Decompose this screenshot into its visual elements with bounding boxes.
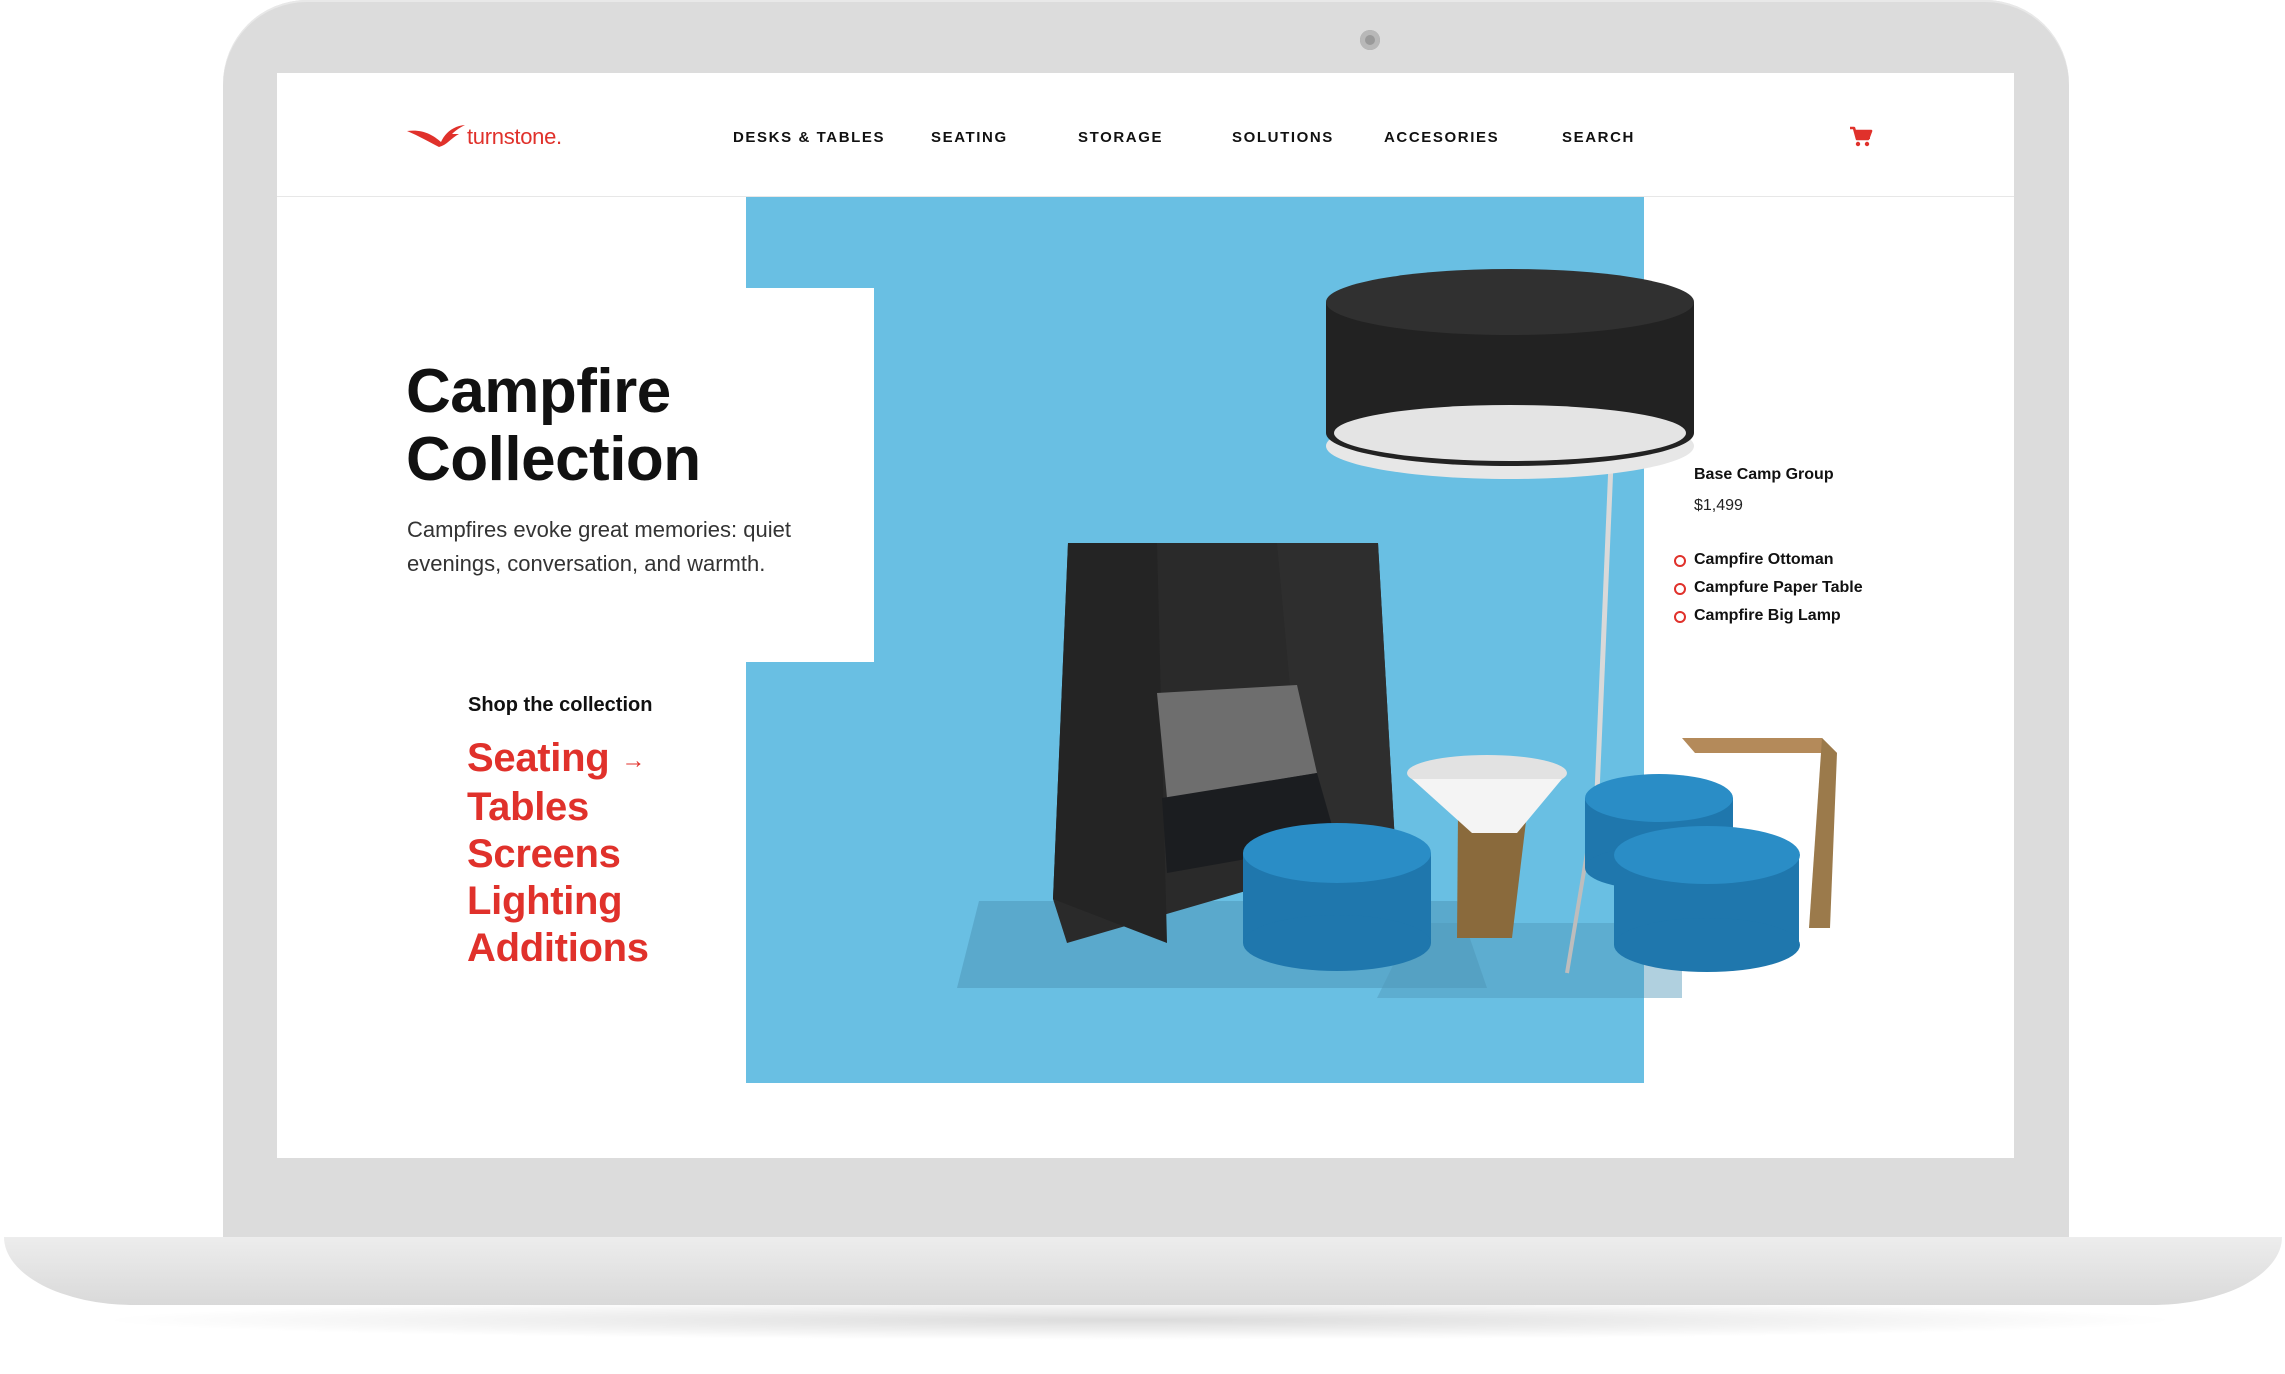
shop-heading: Shop the collection (468, 694, 653, 716)
hero-image-background (746, 196, 1644, 1083)
top-navigation: turnstone. DESKS & TABLES SEATING STORAG… (277, 73, 2014, 197)
nav-desks-tables[interactable]: DESKS & TABLES (733, 129, 885, 146)
camera-icon (1360, 30, 1380, 50)
hero-description: Campfires evoke great memories: quiet ev… (407, 517, 791, 576)
category-list: Seating → Tables Screens Lighting Additio… (467, 735, 649, 972)
nav-seating[interactable]: SEATING (931, 129, 1008, 146)
nav-accesories[interactable]: ACCESORIES (1384, 129, 1499, 146)
category-label: Seating (467, 736, 610, 780)
product-item-label: Campfire Ottoman (1694, 551, 1834, 568)
category-link-lighting[interactable]: Lighting (467, 878, 649, 925)
bullet-icon (1674, 611, 1686, 623)
category-link-tables[interactable]: Tables (467, 784, 649, 831)
cart-icon[interactable] (1849, 126, 1873, 148)
bullet-icon (1674, 555, 1686, 567)
bullet-icon (1674, 583, 1686, 595)
product-item-list: Campfire Ottoman Campfure Paper Table Ca… (1674, 551, 1863, 635)
paper-table-top (1682, 738, 1837, 753)
product-item[interactable]: Campfire Ottoman (1674, 551, 1863, 579)
category-link-screens[interactable]: Screens (467, 831, 649, 878)
product-group-name[interactable]: Base Camp Group (1694, 466, 1834, 484)
hero-title: Campfire Collection (406, 357, 701, 494)
laptop-base (4, 1237, 2282, 1305)
brand-name: turnstone. (467, 124, 562, 149)
category-link-seating[interactable]: Seating → (467, 735, 649, 784)
brand-logo[interactable]: turnstone. (405, 117, 585, 157)
nav-search[interactable]: SEARCH (1562, 129, 1635, 146)
product-group: Base Camp Group $1,499 (1694, 466, 1834, 515)
category-link-additions[interactable]: Additions (467, 925, 649, 972)
product-item[interactable]: Campfure Paper Table (1674, 579, 1863, 607)
arrow-right-icon: → (621, 746, 646, 774)
bird-logo-icon (407, 125, 465, 147)
nav-solutions[interactable]: SOLUTIONS (1232, 129, 1334, 146)
laptop-screen: turnstone. DESKS & TABLES SEATING STORAG… (277, 73, 2014, 1158)
product-item-label: Campfire Big Lamp (1694, 607, 1841, 624)
laptop-shadow (90, 1300, 2190, 1340)
product-item-label: Campfure Paper Table (1694, 579, 1863, 596)
paper-table-side (1809, 738, 1837, 928)
nav-storage[interactable]: STORAGE (1078, 129, 1163, 146)
product-item[interactable]: Campfire Big Lamp (1674, 607, 1863, 635)
product-group-price: $1,499 (1694, 497, 1743, 514)
